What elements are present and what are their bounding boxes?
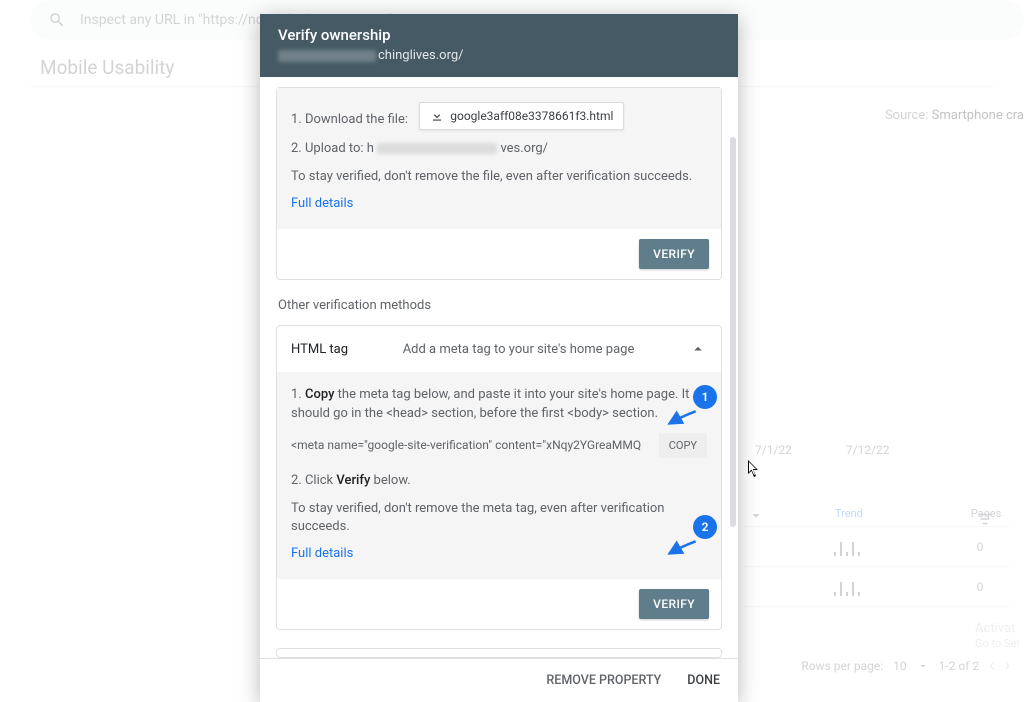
file-name: google3aff08e3378661f3.html <box>450 109 613 123</box>
t: 1. <box>291 387 305 402</box>
download-icon <box>430 109 444 123</box>
dialog-header: Verify ownership chinglives.org/ <box>260 14 738 77</box>
t: the meta tag below, and paste it into yo… <box>291 387 689 420</box>
t: below. <box>370 473 410 488</box>
method-name: HTML tag <box>291 342 348 357</box>
html-tag-method-card: HTML tag Add a meta tag to your site's h… <box>276 325 722 630</box>
verify-button[interactable]: VERIFY <box>639 239 709 269</box>
redacted-text <box>278 50 376 62</box>
next-method-peek <box>276 648 722 658</box>
step-upload-file: 2. Upload to: h ves.org/ <box>291 140 707 158</box>
scrollbar[interactable] <box>730 137 736 527</box>
dialog-title: Verify ownership <box>278 26 720 44</box>
t: Copy <box>305 387 334 402</box>
dialog-subtitle: chinglives.org/ <box>278 48 720 63</box>
domain-suffix: chinglives.org/ <box>378 48 464 63</box>
step2-suffix: ves.org/ <box>500 141 548 156</box>
step1-label: 1. Download the file: <box>291 112 408 127</box>
chevron-up-icon <box>689 340 707 358</box>
t: 2. Click <box>291 473 336 488</box>
mouse-cursor-icon <box>748 460 762 478</box>
full-details-link[interactable]: Full details <box>291 546 353 561</box>
annotation-badge-2: 2 <box>693 515 717 539</box>
dialog-footer: REMOVE PROPERTY DONE <box>260 658 738 702</box>
remove-property-button[interactable]: REMOVE PROPERTY <box>546 673 661 688</box>
step-copy-meta: 1. Copy the meta tag below, and paste it… <box>291 386 707 422</box>
accordion-header[interactable]: HTML tag Add a meta tag to your site's h… <box>277 326 721 372</box>
meta-tag-code: <meta name="google-site-verification" co… <box>291 438 651 452</box>
dialog-body: 1. Download the file: google3aff08e33786… <box>260 77 738 658</box>
t: Verify <box>336 473 370 488</box>
html-file-method-card: 1. Download the file: google3aff08e33786… <box>276 87 722 280</box>
done-button[interactable]: DONE <box>687 673 720 688</box>
step-download-file: 1. Download the file: google3aff08e33786… <box>291 102 707 130</box>
step2-prefix: 2. Upload to: h <box>291 141 374 156</box>
full-details-link[interactable]: Full details <box>291 196 353 211</box>
verify-ownership-dialog: Verify ownership chinglives.org/ 1. Down… <box>260 14 738 702</box>
annotation-badge-1: 1 <box>693 385 717 409</box>
download-verification-file-button[interactable]: google3aff08e3378661f3.html <box>419 102 624 130</box>
step-click-verify: 2. Click Verify below. <box>291 472 707 490</box>
verify-note: To stay verified, don't remove the file,… <box>291 168 707 186</box>
verify-button[interactable]: VERIFY <box>639 589 709 619</box>
other-methods-label: Other verification methods <box>278 298 722 313</box>
method-description: Add a meta tag to your site's home page <box>403 342 635 357</box>
redacted-text <box>377 143 497 154</box>
verify-note: To stay verified, don't remove the meta … <box>291 500 707 536</box>
